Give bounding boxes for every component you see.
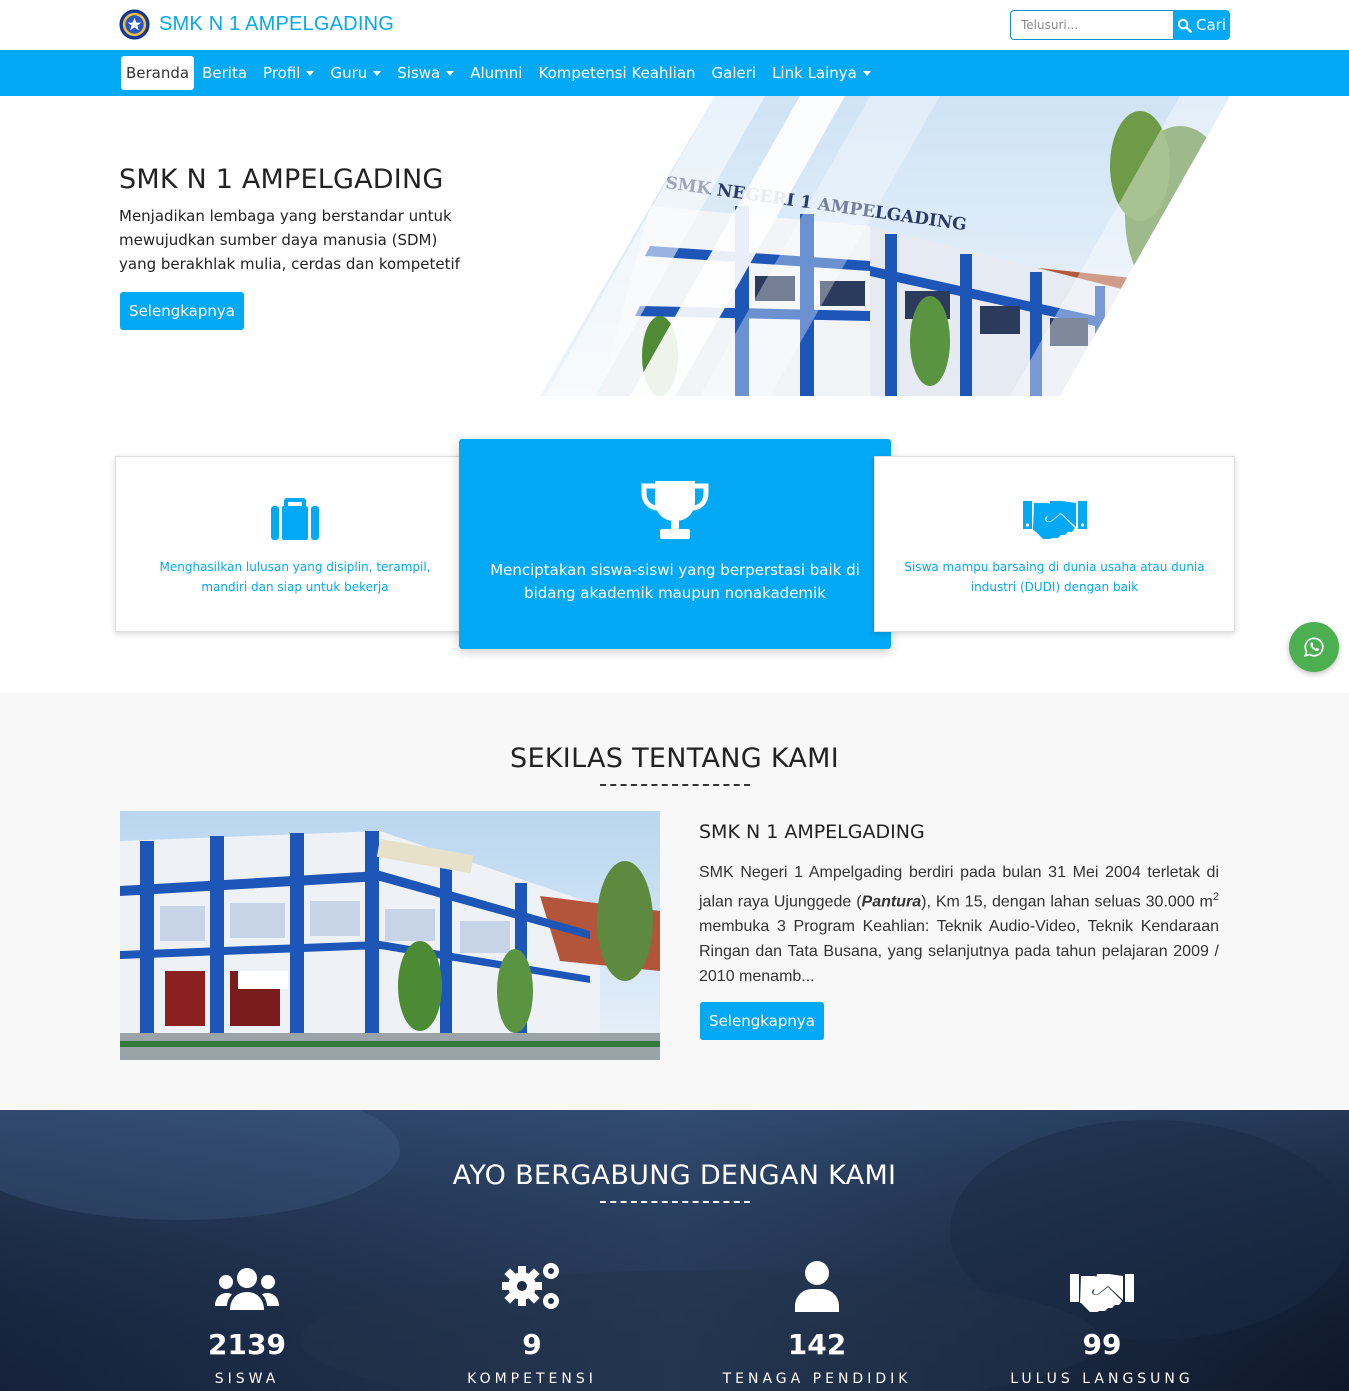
nav-menu: Beranda Berita Profil Guru Siswa Alumni Kompet… — [121, 56, 879, 90]
school-emblem-icon — [119, 9, 150, 40]
feature-card-1: Menghasilkan lulusan yang disiplin, tera… — [115, 456, 475, 632]
feature-card-1-text: Menghasilkan lulusan yang disiplin, tera… — [159, 560, 431, 594]
nav-item-label: Guru — [330, 64, 368, 82]
about-readmore-button[interactable]: Selengkapnya — [700, 1002, 824, 1040]
nav-item-label: Berita — [202, 64, 248, 82]
about-text-part2: ), Km 15, dengan lahan seluas 30.000 m — [921, 893, 1213, 911]
search-button[interactable]: Cari — [1173, 10, 1230, 40]
nav-item-label: Kompetensi Keahlian — [538, 64, 696, 82]
stat-kompetensi-value: 9 — [522, 1328, 542, 1361]
whatsapp-icon — [1304, 637, 1324, 657]
join-section: AYO BERGABUNG DENGAN KAMI 2139 SISWA 9 K… — [0, 1110, 1349, 1391]
nav-item-kompetensi-keahlian[interactable]: Kompetensi Keahlian — [530, 56, 703, 90]
stat-lulus-langsung: 99 LULUS LANGSUNG — [952, 1260, 1252, 1387]
caret-down-icon — [373, 70, 382, 76]
handshake-icon — [1070, 1274, 1134, 1312]
nav-item-label: Link Lainya — [772, 64, 857, 82]
search-icon — [1177, 18, 1192, 33]
caret-down-icon — [862, 70, 871, 76]
stat-siswa-value: 2139 — [208, 1328, 286, 1361]
about-text-part3: membuka 3 Program Keahlian: Teknik Audio… — [699, 918, 1219, 986]
nav-item-beranda[interactable]: Beranda — [121, 56, 195, 90]
caret-down-icon — [306, 70, 315, 76]
search-form: Cari — [1010, 10, 1230, 40]
stat-tenaga-pendidik-value: 142 — [787, 1328, 847, 1361]
about-title-divider — [600, 784, 750, 786]
briefcase-icon — [271, 498, 319, 540]
nav-item-berita[interactable]: Berita — [194, 56, 255, 90]
caret-down-icon — [446, 70, 455, 76]
nav-item-label: Alumni — [470, 64, 523, 82]
top-bar: SMK N 1 AMPELGADING Cari — [0, 0, 1349, 50]
about-text-emphasis: Pantura — [861, 893, 922, 911]
stat-siswa: 2139 SISWA — [97, 1260, 397, 1387]
hero-readmore-button[interactable]: Selengkapnya — [120, 292, 244, 330]
nav-item-siswa[interactable]: Siswa — [389, 56, 462, 90]
stat-tenaga-pendidik: 142 TENAGA PENDIDIK — [667, 1260, 967, 1387]
nav-item-label: Galeri — [711, 64, 757, 82]
user-icon — [795, 1261, 839, 1312]
trophy-icon — [641, 481, 709, 539]
feature-card-2: Menciptakan siswa-siswi yang berperstasi… — [459, 439, 891, 649]
about-section: SEKILAS TENTANG KAMI SMK N 1 AMPELGADING… — [0, 693, 1349, 1110]
about-text-sup: 2 — [1212, 891, 1219, 903]
main-navbar: Beranda Berita Profil Guru Siswa Alumni Kompet… — [0, 50, 1349, 96]
about-section-title: SEKILAS TENTANG KAMI — [510, 743, 839, 774]
search-input[interactable] — [1010, 10, 1173, 40]
nav-item-galeri[interactable]: Galeri — [704, 56, 765, 90]
gears-icon — [502, 1263, 559, 1309]
stat-kompetensi: 9 KOMPETENSI — [382, 1260, 682, 1387]
nav-item-alumni[interactable]: Alumni — [462, 56, 530, 90]
nav-item-profil[interactable]: Profil — [255, 56, 322, 90]
hero-title: SMK N 1 AMPELGADING — [119, 164, 444, 195]
nav-item-label: Beranda — [126, 64, 190, 82]
feature-card-3-text: Siswa mampu barsaing di dunia usaha atau… — [904, 560, 1205, 594]
brand[interactable]: SMK N 1 AMPELGADING — [119, 9, 394, 40]
hero-text: Menjadikan lembaga yang berstandar untuk… — [119, 207, 460, 273]
nav-item-label: Siswa — [397, 64, 441, 82]
feature-card-3: Siswa mampu barsaing di dunia usaha atau… — [874, 456, 1235, 632]
join-title-divider — [600, 1201, 750, 1203]
join-section-title: AYO BERGABUNG DENGAN KAMI — [452, 1160, 897, 1191]
nav-item-link-lainya[interactable]: Link Lainya — [764, 56, 879, 90]
stat-siswa-label: SISWA — [214, 1371, 280, 1387]
about-text: SMK Negeri 1 Ampelgading berdiri pada bu… — [699, 860, 1219, 989]
stat-lulus-langsung-label: LULUS LANGSUNG — [1010, 1371, 1194, 1387]
feature-card-2-text: Menciptakan siswa-siswi yang berperstasi… — [490, 561, 860, 602]
hero-school-image: SMK NEGERI 1 AMPELGADING — [540, 96, 1230, 396]
hero-section: SMK N 1 AMPELGADING Menjadikan lembaga y… — [0, 96, 1349, 396]
handshake-icon — [1022, 501, 1087, 539]
stat-tenaga-pendidik-label: TENAGA PENDIDIK — [722, 1371, 912, 1387]
whatsapp-button[interactable] — [1289, 622, 1339, 672]
stat-kompetensi-label: KOMPETENSI — [467, 1371, 597, 1387]
nav-item-guru[interactable]: Guru — [322, 56, 389, 90]
nav-item-label: Profil — [263, 64, 301, 82]
stat-lulus-langsung-value: 99 — [1082, 1328, 1122, 1361]
search-button-label: Cari — [1196, 16, 1226, 34]
users-icon — [215, 1268, 279, 1310]
brand-name: SMK N 1 AMPELGADING — [159, 13, 394, 35]
about-subtitle: SMK N 1 AMPELGADING — [699, 821, 925, 843]
about-school-image — [120, 811, 660, 1060]
